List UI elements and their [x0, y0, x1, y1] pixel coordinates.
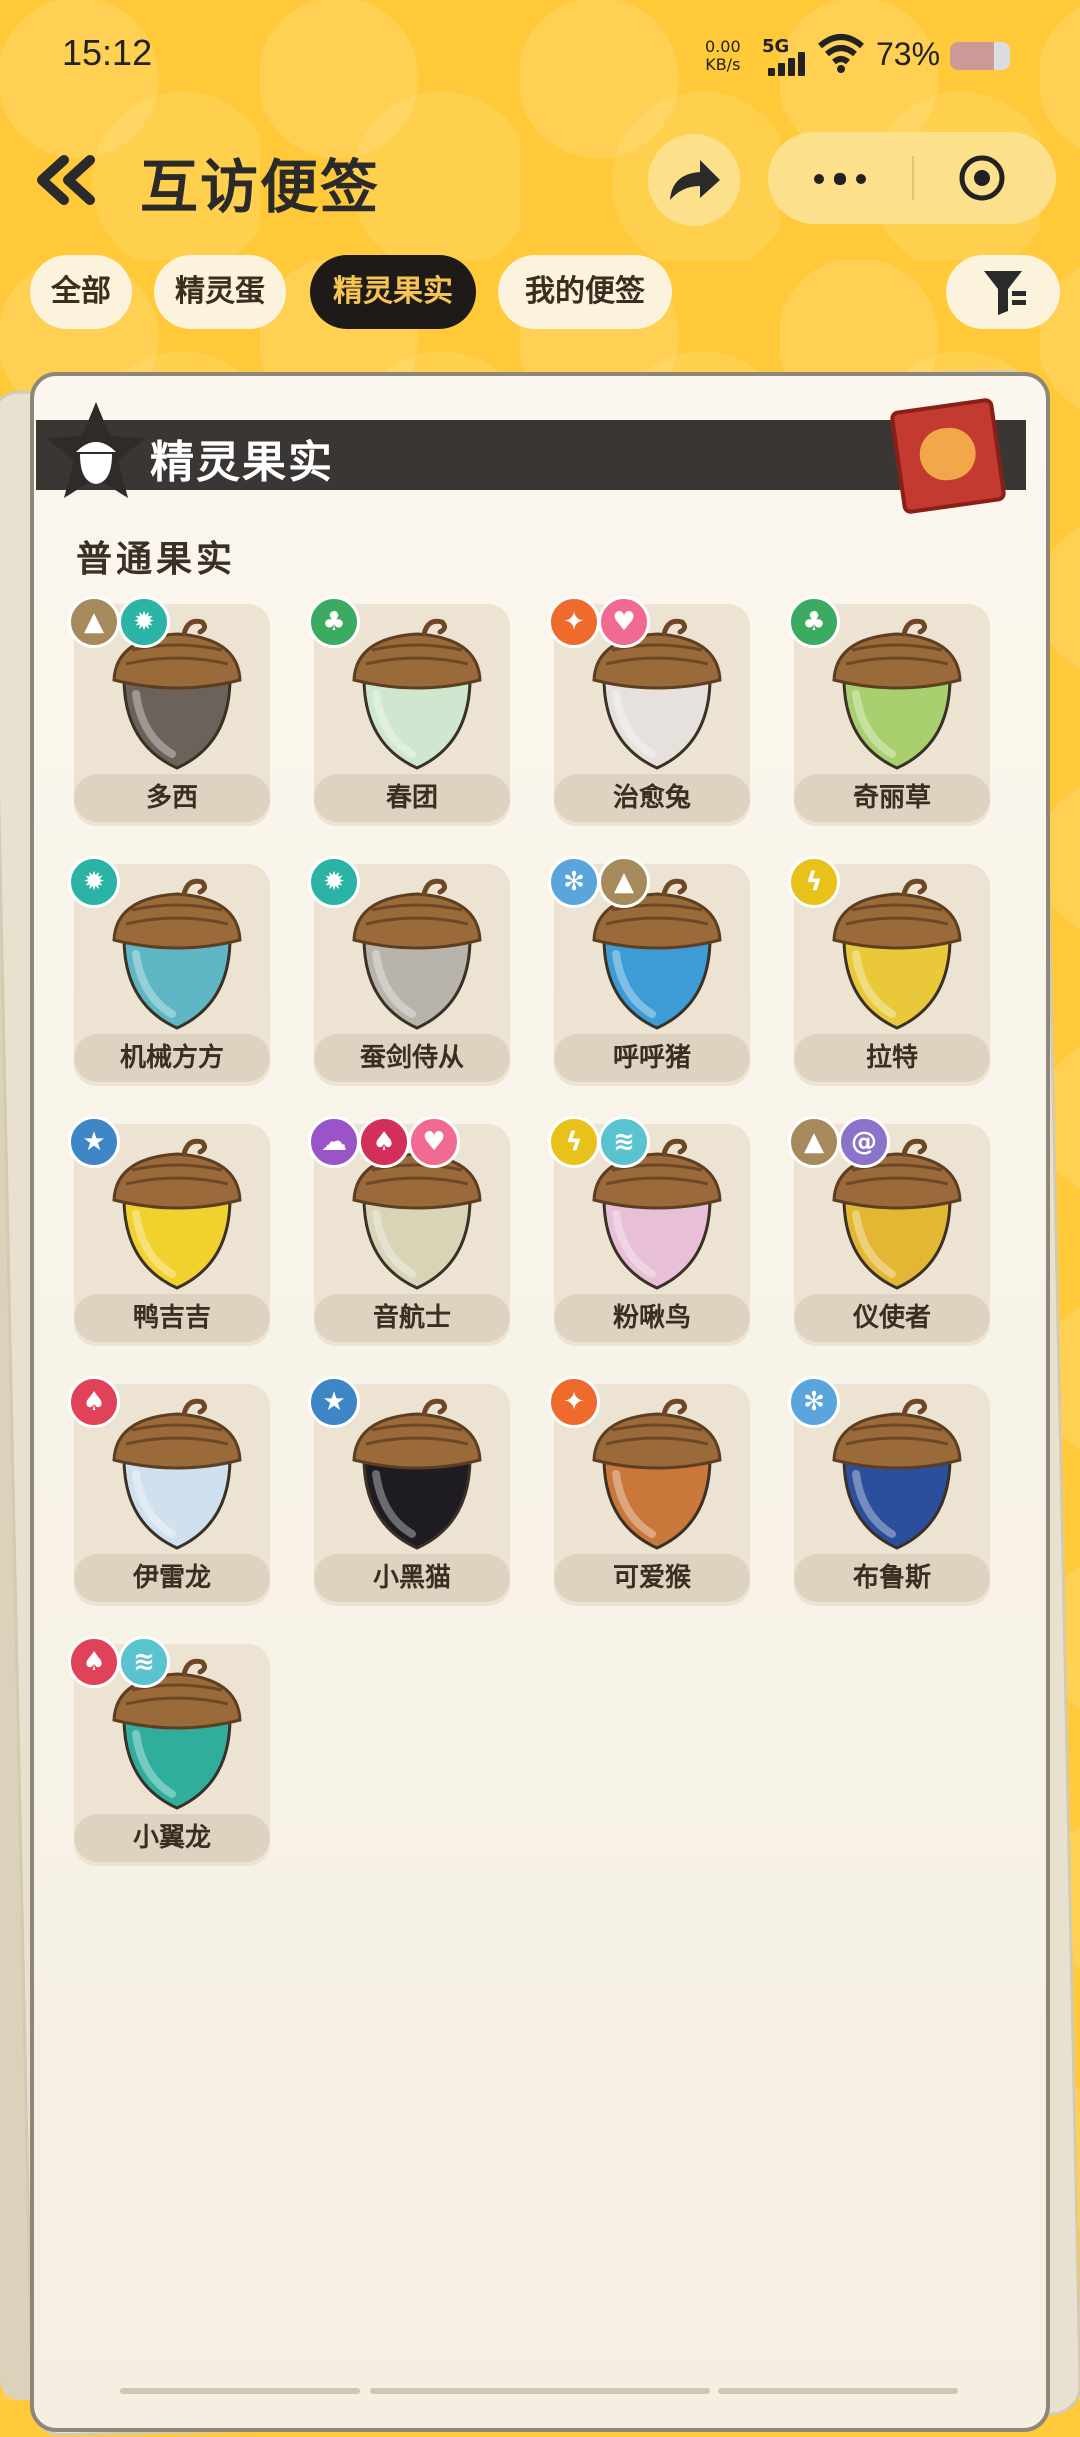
fruit-card[interactable]: ϟ ≋ 粉啾鸟 — [548, 1116, 750, 1346]
acorn-fruit-icon — [832, 618, 962, 770]
battery-icon — [950, 42, 1010, 70]
fruit-card[interactable]: ✹ 机械方方 — [68, 856, 270, 1086]
fruit-card[interactable]: ♠ ≋ 小翼龙 — [68, 1636, 270, 1866]
star-icon: ★ — [68, 1116, 120, 1168]
panel-title: 精灵果实 — [150, 437, 334, 488]
page-title: 互访便签 — [140, 153, 381, 221]
bottom-divider — [370, 2388, 710, 2394]
fruit-name: 可爱猴 — [554, 1554, 750, 1602]
acorn-fruit-icon — [832, 1398, 962, 1550]
status-bar: 15:12 0.00 KB/s 5G 73% — [0, 0, 1080, 110]
fruit-card[interactable]: ϟ 拉特 — [788, 856, 990, 1086]
capsule-divider — [912, 156, 914, 200]
tab-spirit-fruit[interactable]: 精灵果实 — [310, 255, 476, 329]
back-icon[interactable] — [30, 150, 100, 210]
fruit-name: 机械方方 — [74, 1034, 270, 1082]
bottom-divider — [120, 2388, 360, 2394]
fruit-card[interactable]: ✦ 可爱猴 — [548, 1376, 750, 1606]
spiral-icon: @ — [838, 1116, 890, 1168]
fruit-name: 多西 — [74, 774, 270, 822]
wifi-icon — [818, 34, 864, 73]
fruit-card[interactable]: ☁ ♠ ♥ 音航士 — [308, 1116, 510, 1346]
heart-icon: ♥ — [598, 596, 650, 648]
fruit-card[interactable]: ✦ ♥ 治愈兔 — [548, 596, 750, 826]
fruit-name: 音航士 — [314, 1294, 510, 1342]
fruit-card[interactable]: ★ 鸭吉吉 — [68, 1116, 270, 1346]
fruit-card[interactable]: ♣ 春团 — [308, 596, 510, 826]
demon-icon: ♠ — [68, 1376, 120, 1428]
acorn-fruit-icon — [112, 878, 242, 1030]
lightning-icon: ϟ — [548, 1116, 600, 1168]
fruit-name: 呼呼猪 — [554, 1034, 750, 1082]
battery-percent: 73% — [876, 36, 941, 72]
mountain-icon: ▲ — [598, 856, 650, 908]
fruit-card[interactable]: ★ 小黑猫 — [308, 1376, 510, 1606]
share-icon — [670, 160, 720, 200]
signal-bars-icon — [768, 52, 812, 76]
fruit-name: 鸭吉吉 — [74, 1294, 270, 1342]
more-icon[interactable] — [810, 158, 870, 198]
snowflake-icon: ✻ — [548, 856, 600, 908]
gear-icon: ✹ — [308, 856, 360, 908]
wing-icon: ≋ — [598, 1116, 650, 1168]
fruit-card[interactable]: ▲ @ 仪使者 — [788, 1116, 990, 1346]
gear-icon: ✹ — [118, 596, 170, 648]
close-miniapp-icon[interactable] — [958, 154, 1006, 202]
fruit-name: 粉啾鸟 — [554, 1294, 750, 1342]
gear-icon: ✹ — [68, 856, 120, 908]
demon-icon: ♠ — [358, 1116, 410, 1168]
snowflake-icon: ✻ — [788, 1376, 840, 1428]
acorn-fruit-icon — [352, 878, 482, 1030]
fruit-card[interactable]: ✻ ▲ 呼呼猪 — [548, 856, 750, 1086]
fruit-name: 拉特 — [794, 1034, 990, 1082]
tab-spirit-egg[interactable]: 精灵蛋 — [154, 255, 286, 329]
fire-icon: ✦ — [548, 1376, 600, 1428]
share-button[interactable] — [648, 134, 740, 226]
acorn-star-icon — [46, 402, 146, 498]
acorn-fruit-icon — [352, 618, 482, 770]
acorn-fruit-icon — [112, 1138, 242, 1290]
wing-icon: ≋ — [118, 1636, 170, 1688]
section-title: 普通果实 — [76, 539, 237, 580]
fruit-name: 春团 — [314, 774, 510, 822]
fruit-name: 布鲁斯 — [794, 1554, 990, 1602]
mountain-icon: ▲ — [68, 596, 120, 648]
fruit-card[interactable]: ▲ ✹ 多西 — [68, 596, 270, 826]
leaf-icon: ♣ — [308, 596, 360, 648]
fruit-name: 蚕剑侍从 — [314, 1034, 510, 1082]
mountain-icon: ▲ — [788, 1116, 840, 1168]
fruit-name: 小翼龙 — [74, 1814, 270, 1862]
demon-icon: ♠ — [68, 1636, 120, 1688]
lightning-icon: ϟ — [788, 856, 840, 908]
status-time: 15:12 — [62, 32, 153, 73]
stamp-badge-icon — [889, 397, 1007, 515]
fruit-name: 仪使者 — [794, 1294, 990, 1342]
filter-button[interactable] — [946, 255, 1060, 329]
acorn-fruit-icon — [352, 1398, 482, 1550]
star-icon: ★ — [308, 1376, 360, 1428]
heart-icon: ♥ — [408, 1116, 460, 1168]
filter-icon — [984, 271, 1026, 315]
bottom-divider — [718, 2388, 958, 2394]
acorn-fruit-icon — [592, 1398, 722, 1550]
fruit-card[interactable]: ✻ 布鲁斯 — [788, 1376, 990, 1606]
fire-icon: ✦ — [548, 596, 600, 648]
ghost-icon: ☁ — [308, 1116, 360, 1168]
acorn-fruit-icon — [112, 1398, 242, 1550]
fruit-name: 伊雷龙 — [74, 1554, 270, 1602]
fruit-card[interactable]: ♣ 奇丽草 — [788, 596, 990, 826]
miniapp-capsule — [768, 132, 1056, 224]
leaf-icon: ♣ — [788, 596, 840, 648]
fruit-card[interactable]: ♠ 伊雷龙 — [68, 1376, 270, 1606]
acorn-fruit-icon — [832, 878, 962, 1030]
network-speed: 0.00 KB/s — [705, 37, 741, 74]
fruit-name: 奇丽草 — [794, 774, 990, 822]
tab-my-notes[interactable]: 我的便签 — [498, 255, 672, 329]
fruit-card[interactable]: ✹ 蚕剑侍从 — [308, 856, 510, 1086]
fruit-name: 小黑猫 — [314, 1554, 510, 1602]
fruit-name: 治愈兔 — [554, 774, 750, 822]
tab-all[interactable]: 全部 — [30, 255, 132, 329]
